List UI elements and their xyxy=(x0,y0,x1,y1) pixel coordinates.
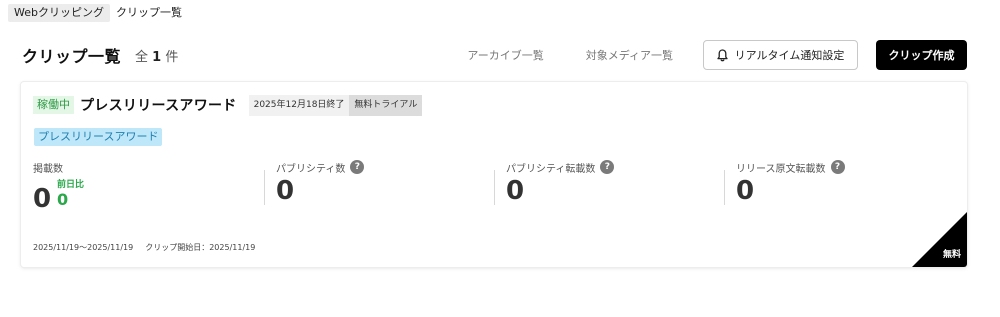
period-range: 2025/11/19〜2025/11/19 xyxy=(33,243,134,252)
stat-divider xyxy=(494,170,495,205)
stat-publicity-reprints: パブリシティ転載数 ? 0 xyxy=(506,158,706,208)
stat-value: 0 xyxy=(736,176,755,206)
stat-label-text: リリース原文転載数 xyxy=(736,163,826,175)
bell-icon xyxy=(717,48,728,61)
diff-value: 0 xyxy=(57,190,69,209)
breadcrumb-clip-list: クリップ一覧 xyxy=(115,6,182,19)
clip-start-date: クリップ開始日：2025/11/19 xyxy=(145,243,256,252)
target-media-list-link[interactable]: 対象メディア一覧 xyxy=(586,47,673,63)
ribbon-label: 無料 xyxy=(942,250,961,260)
total-suffix: 件 xyxy=(165,49,179,65)
stat-label: パブリシティ数 ? xyxy=(276,158,476,176)
clip-card-header: 稼働中 プレスリリースアワード 2025年12月18日終了 無料トライアル xyxy=(33,94,423,116)
page-title: クリップ一覧 xyxy=(22,47,122,66)
stat-divider xyxy=(724,170,725,205)
stat-label: パブリシティ転載数 ? xyxy=(506,158,706,176)
stat-label: 掲載数 xyxy=(33,163,63,175)
total-number: 1 xyxy=(152,49,162,65)
realtime-notification-button[interactable]: リアルタイム通知設定 xyxy=(703,40,858,70)
free-plan-ribbon: 無料 xyxy=(912,212,967,267)
breadcrumb-web-clipping[interactable]: Webクリッピング xyxy=(8,4,110,22)
breadcrumb: Webクリッピング クリップ一覧 xyxy=(8,4,188,22)
archive-list-link[interactable]: アーカイブ一覧 xyxy=(467,47,543,63)
stat-label-text: パブリシティ転載数 xyxy=(506,163,596,175)
total-count: 全 1 件 xyxy=(135,46,178,65)
create-clip-button[interactable]: クリップ作成 xyxy=(876,40,967,70)
clip-name[interactable]: プレスリリースアワード xyxy=(80,95,237,115)
stat-label-text: パブリシティ数 xyxy=(276,163,346,175)
clip-period: 2025/11/19〜2025/11/19 クリップ開始日：2025/11/19 xyxy=(33,242,255,253)
realtime-notification-label: リアルタイム通知設定 xyxy=(734,49,845,62)
stat-value: 0 xyxy=(276,176,295,206)
page-header: クリップ一覧 全 1 件 アーカイブ一覧 対象メディア一覧 リアルタイム通知設定… xyxy=(22,40,967,70)
stat-divider xyxy=(264,170,265,205)
stat-value: 0 xyxy=(506,176,525,206)
status-badge: 稼働中 xyxy=(33,96,74,114)
help-icon[interactable]: ? xyxy=(350,160,365,174)
stat-publicity: パブリシティ数 ? 0 xyxy=(276,158,476,208)
total-prefix: 全 xyxy=(135,49,149,65)
help-icon[interactable]: ? xyxy=(600,160,615,174)
stat-release-reprints: リリース原文転載数 ? 0 xyxy=(736,158,936,208)
end-date-badge: 2025年12月18日終了 xyxy=(248,94,350,116)
header-actions: アーカイブ一覧 対象メディア一覧 リアルタイム通知設定 クリップ作成 xyxy=(467,40,967,70)
clip-card[interactable]: 稼働中 プレスリリースアワード 2025年12月18日終了 無料トライアル プレ… xyxy=(21,82,967,267)
stat-value: 0 xyxy=(33,184,52,214)
keyword-tag: プレスリリースアワード xyxy=(34,128,163,146)
plan-badge: 無料トライアル xyxy=(349,94,423,116)
stat-label: リリース原文転載数 ? xyxy=(736,158,936,176)
stat-publications: 掲載数 0 前日比 0 xyxy=(33,158,233,215)
day-over-day: 前日比 0 xyxy=(57,180,84,209)
help-icon[interactable]: ? xyxy=(830,160,845,174)
